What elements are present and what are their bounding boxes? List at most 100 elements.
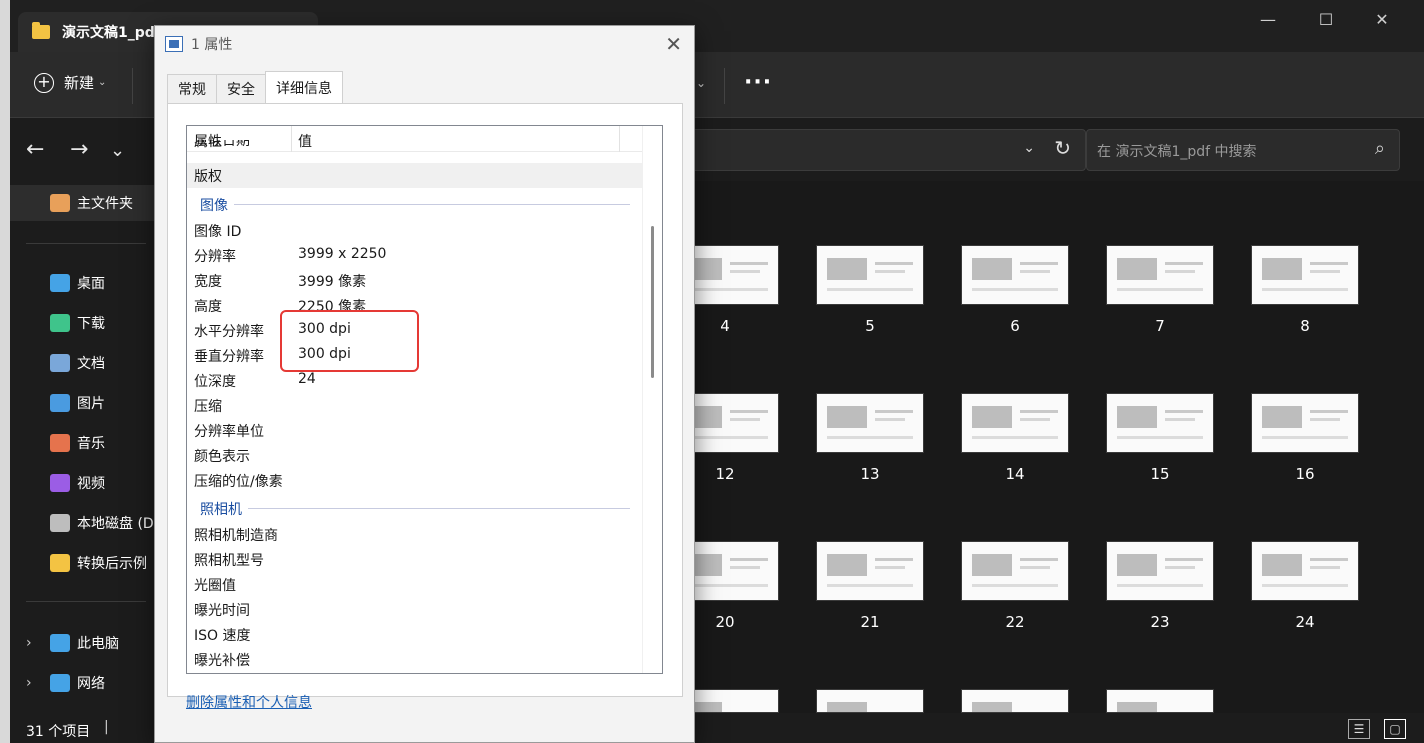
new-button[interactable]: + 新建 ⌄ [34, 72, 106, 93]
property-row-compression[interactable]: 压缩 [187, 393, 643, 418]
chevron-right-icon[interactable]: › [26, 635, 32, 651]
slide-thumbnail[interactable] [1106, 689, 1214, 713]
property-row-compressed-bits[interactable]: 压缩的位/像素 [187, 468, 643, 493]
column-divider[interactable] [619, 126, 620, 152]
thumbnail-label: 15 [1150, 465, 1170, 483]
properties-dialog: 1 属性 ✕ 常规 安全 详细信息 属性 值 获取日期 版权 图像 图像 ID [154, 25, 695, 743]
property-list[interactable]: 属性 值 获取日期 版权 图像 图像 ID 分辨率 3999 x 2250 宽度 3… [186, 125, 663, 674]
slide-thumbnail[interactable] [961, 245, 1069, 305]
folder-icon [50, 554, 70, 572]
chevron-down-icon[interactable]: ⌄ [696, 76, 706, 90]
scrollbar-thumb[interactable] [651, 226, 654, 378]
thumbnail-label: 7 [1155, 317, 1165, 335]
property-row-color-representation[interactable]: 颜色表示 [187, 443, 643, 468]
column-header-value[interactable]: 值 [298, 131, 312, 151]
sidebar-item-converted-examples[interactable]: 转换后示例 [10, 545, 156, 581]
dialog-tabs: 常规 安全 详细信息 [167, 71, 343, 104]
sidebar-item-downloads[interactable]: 下载 [10, 305, 156, 341]
group-header-camera: 照相机 [200, 496, 630, 521]
column-divider[interactable] [291, 126, 292, 152]
tab-general[interactable]: 常规 [167, 74, 217, 104]
sidebar-item-music[interactable]: 音乐 [10, 425, 156, 461]
property-list-header: 属性 值 [187, 126, 642, 152]
property-row-bit-depth[interactable]: 位深度 24 [187, 368, 643, 393]
search-icon: ⌕ [1374, 138, 1385, 159]
slide-thumbnail[interactable] [1106, 541, 1214, 601]
forward-arrow-icon[interactable]: → [70, 137, 88, 162]
sidebar-divider [26, 243, 146, 244]
large-icons-view-icon[interactable]: ▢ [1384, 719, 1406, 739]
close-icon[interactable]: ✕ [1362, 8, 1402, 32]
remove-properties-link[interactable]: 删除属性和个人信息 [186, 692, 312, 712]
slide-thumbnail[interactable] [1106, 393, 1214, 453]
sidebar-item-desktop[interactable]: 桌面 [10, 265, 156, 301]
thumbnail-label: 21 [860, 613, 880, 631]
command-separator [724, 68, 725, 104]
property-row-resolution-unit[interactable]: 分辨率单位 [187, 418, 643, 443]
video-icon [50, 474, 70, 492]
sidebar-item-label: 桌面 [77, 276, 105, 292]
sidebar-item-network[interactable]: › 网络 [10, 665, 156, 701]
back-arrow-icon[interactable]: ← [26, 137, 44, 162]
minimize-icon[interactable]: — [1248, 8, 1288, 32]
slide-thumbnail[interactable] [1251, 393, 1359, 453]
sidebar-item-local-disk[interactable]: 本地磁盘 (D [10, 505, 156, 541]
sidebar-item-label: 图片 [77, 396, 105, 412]
sidebar-item-documents[interactable]: 文档 [10, 345, 156, 381]
close-icon[interactable]: ✕ [665, 32, 682, 56]
property-row-exposure-time[interactable]: 曝光时间 [187, 597, 643, 622]
desktop-icon [50, 274, 70, 292]
slide-thumbnail[interactable] [961, 393, 1069, 453]
details-view-icon[interactable]: ☰ [1348, 719, 1370, 739]
sidebar-item-home[interactable]: 主文件夹 [10, 185, 156, 221]
chevron-down-icon[interactable]: ⌄ [1023, 140, 1035, 156]
search-input[interactable]: 在 演示文稿1_pdf 中搜索 ⌕ [1086, 129, 1400, 171]
home-icon [50, 194, 70, 212]
slide-thumbnail[interactable] [1251, 245, 1359, 305]
property-row-image-id[interactable]: 图像 ID [187, 218, 643, 243]
vertical-scrollbar[interactable] [642, 126, 662, 673]
tab-title: 演示文稿1_pdf [62, 25, 161, 41]
maximize-icon[interactable]: ☐ [1306, 8, 1346, 32]
more-options-icon[interactable]: ··· [744, 70, 772, 95]
sidebar-item-pictures[interactable]: 图片 [10, 385, 156, 421]
status-separator: | [104, 719, 109, 735]
thumbnail-label: 13 [860, 465, 880, 483]
sidebar-divider [26, 601, 146, 602]
property-row-copyright[interactable]: 版权 [187, 163, 643, 188]
slide-thumbnail[interactable] [816, 245, 924, 305]
slide-thumbnail[interactable] [816, 689, 924, 713]
refresh-icon[interactable]: ↻ [1054, 136, 1071, 160]
property-row-f-stop[interactable]: 光圈值 [187, 572, 643, 597]
thumbnail-label: 24 [1295, 613, 1315, 631]
tab-security[interactable]: 安全 [216, 74, 266, 104]
slide-thumbnail[interactable] [1251, 541, 1359, 601]
new-label: 新建 [64, 74, 95, 92]
sidebar-item-this-pc[interactable]: › 此电脑 [10, 625, 156, 661]
chevron-down-icon: ⌄ [98, 77, 107, 88]
slide-thumbnail[interactable] [961, 541, 1069, 601]
property-row-camera-maker[interactable]: 照相机制造商 [187, 522, 643, 547]
sidebar-item-label: 转换后示例 [77, 556, 147, 572]
document-icon [50, 354, 70, 372]
dialog-title-bar: 1 属性 [165, 34, 232, 54]
tab-details[interactable]: 详细信息 [265, 71, 343, 103]
address-bar[interactable]: ⌄ ↻ [690, 129, 1086, 171]
property-row-resolution[interactable]: 分辨率 3999 x 2250 [187, 243, 643, 268]
drive-icon [50, 514, 70, 532]
sidebar-item-label: 主文件夹 [77, 196, 133, 212]
property-row-exposure-bias[interactable]: 曝光补偿 [187, 647, 643, 672]
property-row-camera-model[interactable]: 照相机型号 [187, 547, 643, 572]
folder-icon [32, 22, 50, 39]
slide-thumbnail[interactable] [1106, 245, 1214, 305]
recent-chevron-icon[interactable]: ⌄ [110, 140, 125, 161]
sidebar-item-videos[interactable]: 视频 [10, 465, 156, 501]
thumbnail-label: 14 [1005, 465, 1025, 483]
property-row-width[interactable]: 宽度 3999 像素 [187, 268, 643, 293]
slide-thumbnail[interactable] [816, 541, 924, 601]
item-count: 31 个项目 [26, 724, 91, 740]
chevron-right-icon[interactable]: › [26, 675, 32, 691]
slide-thumbnail[interactable] [816, 393, 924, 453]
property-row-iso-speed[interactable]: ISO 速度 [187, 622, 643, 647]
slide-thumbnail[interactable] [961, 689, 1069, 713]
